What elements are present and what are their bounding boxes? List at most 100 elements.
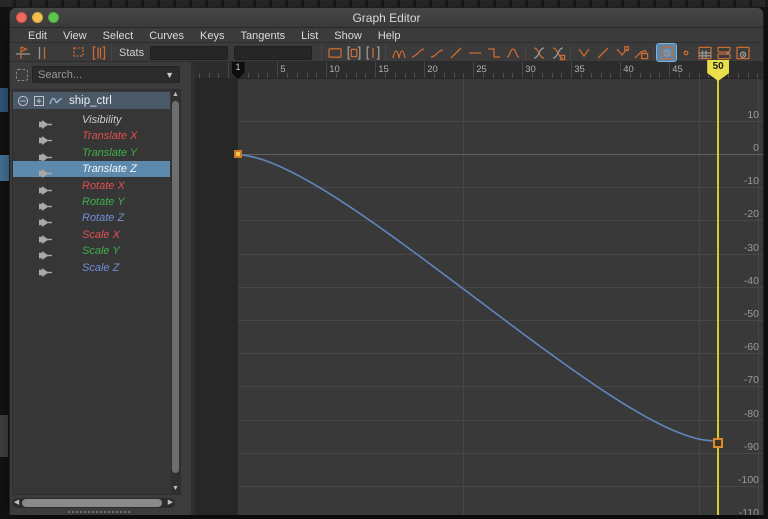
ruler-minor-tick bbox=[737, 73, 739, 78]
ruler-minor-tick bbox=[649, 73, 651, 78]
desktop-background: Graph Editor Edit View Select Curves Keys Tan… bbox=[0, 0, 768, 519]
time-editor-icon[interactable] bbox=[733, 44, 752, 61]
time-ruler[interactable]: 5 10 15 20 25 30 35 40 45 bbox=[195, 62, 763, 79]
swap-buffer-curve-icon[interactable] bbox=[548, 44, 567, 61]
insert-key-tool-icon[interactable] bbox=[32, 44, 51, 61]
channel-row-rotate-y[interactable]: Rotate Y bbox=[13, 194, 170, 211]
ruler-major-tick bbox=[228, 62, 230, 78]
stats-value-field[interactable] bbox=[234, 45, 313, 60]
channel-row-scale-y[interactable]: Scale Y bbox=[13, 243, 170, 261]
menu-list[interactable]: List bbox=[293, 29, 326, 43]
time-snap-icon[interactable] bbox=[656, 43, 678, 62]
ruler-minor-tick bbox=[296, 73, 298, 78]
menu-show[interactable]: Show bbox=[326, 29, 370, 43]
ruler-frame-label: 30 bbox=[525, 64, 536, 75]
animation-curve[interactable] bbox=[195, 62, 763, 515]
ruler-major-tick bbox=[522, 62, 524, 78]
channel-row-scale-x[interactable]: Scale X bbox=[13, 227, 170, 244]
collapse-icon[interactable] bbox=[17, 95, 29, 107]
channel-label: Scale Z bbox=[82, 261, 120, 274]
ruler-frame-label: 45 bbox=[672, 64, 683, 75]
window-title: Graph Editor bbox=[352, 11, 421, 25]
flat-tangent-icon[interactable] bbox=[465, 44, 484, 61]
ruler-minor-tick bbox=[316, 73, 318, 78]
ruler-minor-tick bbox=[610, 73, 612, 78]
menu-keys[interactable]: Keys bbox=[192, 29, 232, 43]
ruler-frame-label: 40 bbox=[623, 64, 634, 75]
center-current-time-icon[interactable] bbox=[363, 44, 382, 61]
channel-row-translate-y[interactable]: Translate Y bbox=[13, 145, 170, 162]
frame-all-icon[interactable] bbox=[325, 44, 344, 61]
panel-resize-grip[interactable] bbox=[68, 511, 130, 513]
menu-edit[interactable]: Edit bbox=[20, 29, 55, 43]
search-input[interactable]: Search... ▼ bbox=[32, 66, 180, 83]
ruler-minor-tick bbox=[287, 73, 288, 78]
stacked-curves-icon[interactable] bbox=[714, 44, 733, 61]
curve-key-end[interactable] bbox=[713, 437, 724, 448]
tree-node-ship-ctrl[interactable]: ship_ctrl bbox=[13, 92, 170, 109]
scroll-down-arrow[interactable]: ▼ bbox=[171, 484, 180, 494]
spline-tangent-icon[interactable] bbox=[408, 44, 427, 61]
clamped-tangent-icon[interactable] bbox=[427, 44, 446, 61]
auto-tangent-icon[interactable] bbox=[389, 44, 408, 61]
move-key-tool-icon[interactable] bbox=[13, 44, 32, 61]
ruler-minor-tick bbox=[747, 73, 749, 78]
ruler-minor-tick bbox=[600, 73, 602, 78]
ruler-major-tick bbox=[277, 62, 279, 78]
ruler-minor-tick bbox=[639, 73, 641, 78]
frame-selection-icon[interactable] bbox=[344, 44, 363, 61]
channel-row-translate-x[interactable]: Translate X bbox=[13, 128, 170, 146]
menu-curves[interactable]: Curves bbox=[141, 29, 192, 43]
region-tool-icon[interactable] bbox=[70, 44, 89, 61]
menu-help[interactable]: Help bbox=[370, 29, 409, 43]
outliner-vertical-scrollbar[interactable]: ▲ ▼ bbox=[171, 90, 180, 494]
filter-icon[interactable] bbox=[15, 68, 29, 87]
ruler-minor-tick bbox=[218, 73, 220, 78]
buffer-curve-snapshot-icon[interactable] bbox=[529, 44, 548, 61]
ruler-minor-tick bbox=[541, 73, 543, 78]
free-tangent-weight-icon[interactable] bbox=[593, 44, 612, 61]
channel-tree: Visibility Translate X Translate Y Translat… bbox=[12, 89, 181, 495]
lock-tangent-weight-icon[interactable] bbox=[631, 44, 650, 61]
plateau-tangent-icon[interactable] bbox=[503, 44, 522, 61]
linear-tangent-icon[interactable] bbox=[446, 44, 465, 61]
channel-row-rotate-z[interactable]: Rotate Z bbox=[13, 210, 170, 228]
ruler-minor-tick bbox=[306, 73, 308, 78]
step-tangent-icon[interactable] bbox=[484, 44, 503, 61]
ruler-major-tick bbox=[669, 62, 671, 78]
lattice-deform-tool-icon[interactable] bbox=[51, 44, 70, 61]
ruler-minor-tick bbox=[659, 73, 661, 78]
scroll-right-arrow[interactable]: ▶ bbox=[166, 498, 175, 508]
outliner-horizontal-scrollbar[interactable]: ◀ ▶ bbox=[12, 498, 175, 508]
background-app-icon-strip bbox=[0, 0, 768, 7]
curve-key-start[interactable] bbox=[234, 150, 242, 158]
stats-time-field[interactable] bbox=[150, 45, 229, 60]
window-titlebar[interactable]: Graph Editor bbox=[10, 8, 763, 28]
search-dropdown-arrow[interactable]: ▼ bbox=[165, 70, 174, 80]
retime-tool-icon[interactable] bbox=[89, 44, 108, 61]
vertical-scroll-thumb[interactable] bbox=[172, 101, 179, 473]
menu-select[interactable]: Select bbox=[95, 29, 142, 43]
menu-view[interactable]: View bbox=[55, 29, 95, 43]
background-panel-fragment bbox=[0, 88, 8, 112]
horizontal-scroll-thumb[interactable] bbox=[22, 499, 162, 507]
ruler-frame-label: 35 bbox=[574, 64, 585, 75]
menu-tangents[interactable]: Tangents bbox=[233, 29, 294, 43]
graph-plot-area[interactable]: 10 0 -10 -20 -30 -40 -50 -60 -70 -80 -90 -100 -110 5 1… bbox=[191, 60, 763, 515]
ruler-frame-label: 5 bbox=[280, 64, 286, 75]
scroll-left-arrow[interactable]: ◀ bbox=[12, 498, 21, 508]
scroll-up-arrow[interactable]: ▲ bbox=[171, 90, 180, 100]
break-tangents-icon[interactable] bbox=[574, 44, 593, 61]
ruler-minor-tick bbox=[463, 73, 465, 78]
ruler-minor-tick bbox=[492, 73, 494, 78]
value-snap-icon[interactable] bbox=[676, 44, 695, 61]
channel-row-scale-z[interactable]: Scale Z bbox=[13, 260, 170, 277]
channel-row-visibility[interactable]: Visibility bbox=[13, 112, 170, 129]
unify-tangents-icon[interactable] bbox=[612, 44, 631, 61]
ruler-minor-tick bbox=[443, 73, 445, 78]
channel-row-translate-z[interactable]: Translate Z bbox=[13, 161, 170, 179]
dope-sheet-icon[interactable] bbox=[695, 44, 714, 61]
ruler-minor-tick bbox=[404, 73, 406, 78]
channel-row-rotate-x[interactable]: Rotate X bbox=[13, 178, 170, 195]
expand-icon[interactable] bbox=[33, 95, 45, 107]
